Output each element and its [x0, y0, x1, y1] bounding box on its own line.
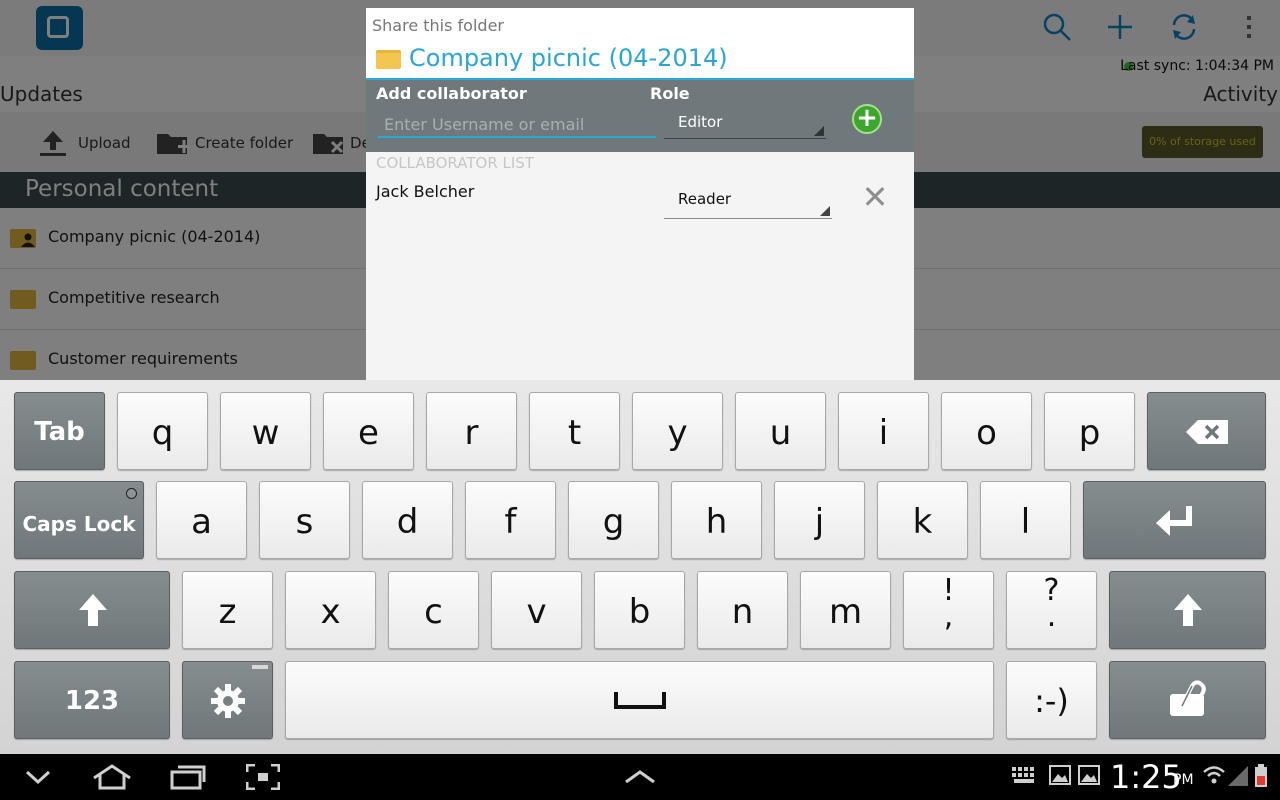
- soft-keyboard: Tab q w e r t y u i o p Caps Lock a s d …: [0, 380, 1280, 754]
- key-settings[interactable]: [182, 661, 273, 739]
- battery-icon: [1254, 764, 1268, 793]
- key-clipboard[interactable]: [1109, 661, 1266, 739]
- space-icon: [614, 692, 666, 709]
- key-j[interactable]: j: [774, 481, 865, 559]
- clipboard-icon: [1170, 680, 1206, 716]
- shift-icon: [79, 594, 107, 626]
- dialog-header: Share this folder Company picnic (04-201…: [366, 8, 914, 80]
- shift-icon: [1174, 594, 1202, 626]
- key-f[interactable]: f: [465, 481, 556, 559]
- key-p[interactable]: p: [1044, 392, 1135, 470]
- share-folder-dialog: Share this folder Company picnic (04-201…: [366, 8, 914, 380]
- key-w[interactable]: w: [220, 392, 311, 470]
- key-exclamation-comma[interactable]: ! ,: [903, 571, 994, 649]
- key-o[interactable]: o: [941, 392, 1032, 470]
- role-dropdown[interactable]: Editor: [664, 108, 826, 139]
- key-z[interactable]: z: [182, 571, 273, 649]
- key-m[interactable]: m: [800, 571, 891, 649]
- gallery-notification-icon: [1049, 764, 1071, 790]
- key-c[interactable]: c: [388, 571, 479, 649]
- key-y[interactable]: y: [632, 392, 723, 470]
- collaborator-name: Jack Belcher: [376, 182, 475, 201]
- key-shift-left[interactable]: [14, 571, 170, 649]
- home-icon[interactable]: [92, 764, 132, 795]
- collaborator-role-dropdown[interactable]: Reader: [664, 186, 832, 219]
- key-backspace[interactable]: [1147, 392, 1266, 470]
- caps-lock-indicator-icon: [126, 488, 137, 499]
- gallery-notification-icon: [1078, 764, 1100, 790]
- backspace-icon: [1186, 420, 1228, 444]
- key-caps-lock[interactable]: Caps Lock: [14, 481, 144, 559]
- key-l[interactable]: l: [980, 481, 1071, 559]
- key-question-period[interactable]: ? .: [1006, 571, 1097, 649]
- dropdown-arrow-icon: [820, 206, 830, 216]
- key-q[interactable]: q: [117, 392, 208, 470]
- add-collaborator-button[interactable]: +: [852, 104, 882, 134]
- dropdown-arrow-icon: [814, 126, 824, 136]
- collaborator-list-heading: COLLABORATOR LIST: [376, 154, 534, 172]
- key-i[interactable]: i: [838, 392, 929, 470]
- system-nav-bar: 1:25 PM: [0, 754, 1280, 800]
- key-123[interactable]: 123: [14, 661, 170, 739]
- key-r[interactable]: r: [426, 392, 517, 470]
- dialog-caption: Share this folder: [372, 16, 504, 35]
- wifi-icon: [1202, 764, 1226, 791]
- hide-keyboard-icon[interactable]: [24, 764, 52, 795]
- key-k[interactable]: k: [877, 481, 968, 559]
- key-space[interactable]: [285, 661, 994, 739]
- remove-collaborator-icon[interactable]: ✕: [860, 181, 890, 213]
- key-emoticon[interactable]: :-): [1006, 661, 1097, 739]
- key-h[interactable]: h: [671, 481, 762, 559]
- key-g[interactable]: g: [568, 481, 659, 559]
- key-v[interactable]: v: [491, 571, 582, 649]
- screenshot-icon[interactable]: [245, 763, 281, 795]
- key-s[interactable]: s: [259, 481, 350, 559]
- gear-icon: [211, 684, 245, 718]
- key-d[interactable]: d: [362, 481, 453, 559]
- collaborator-input[interactable]: [378, 112, 656, 138]
- keyboard-status-icon: [1012, 764, 1038, 790]
- key-enter[interactable]: [1083, 481, 1266, 559]
- key-a[interactable]: a: [156, 481, 247, 559]
- key-t[interactable]: t: [529, 392, 620, 470]
- key-tab[interactable]: Tab: [14, 392, 105, 470]
- dialog-folder-title: Company picnic (04-2014): [409, 44, 728, 72]
- long-press-indicator-icon: [252, 665, 268, 669]
- notification-tray-icon[interactable]: [624, 764, 656, 795]
- enter-icon: [1156, 506, 1192, 536]
- key-x[interactable]: x: [285, 571, 376, 649]
- key-shift-right[interactable]: [1109, 571, 1266, 649]
- key-u[interactable]: u: [735, 392, 826, 470]
- clock-time: 1:25: [1110, 758, 1182, 796]
- add-collaborator-bar: Add collaborator Role Editor: [366, 80, 914, 152]
- signal-icon: [1228, 764, 1248, 791]
- key-b[interactable]: b: [594, 571, 685, 649]
- clock-ampm: PM: [1173, 772, 1194, 788]
- key-n[interactable]: n: [697, 571, 788, 649]
- role-dropdown-value: Editor: [678, 113, 723, 131]
- role-label: Role: [650, 84, 690, 103]
- key-e[interactable]: e: [323, 392, 414, 470]
- add-collaborator-label: Add collaborator: [376, 84, 527, 103]
- folder-icon: [376, 50, 401, 69]
- recent-apps-icon[interactable]: [170, 764, 206, 795]
- collaborator-role-value: Reader: [678, 190, 732, 208]
